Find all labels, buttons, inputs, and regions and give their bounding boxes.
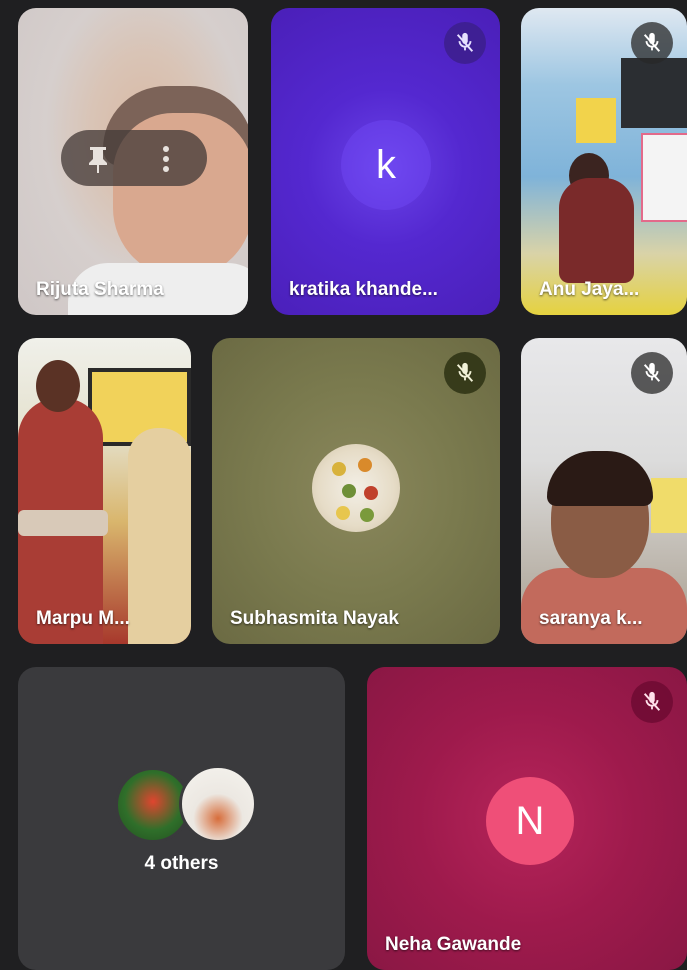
participant-tile-neha[interactable]: N Neha Gawande: [367, 667, 687, 970]
more-vert-icon[interactable]: [161, 144, 171, 174]
avatar: [179, 765, 257, 843]
mic-off-icon: [631, 352, 673, 394]
participant-name: Marpu M...: [36, 608, 130, 629]
video-head: [36, 360, 80, 412]
mic-off-icon: [631, 22, 673, 64]
video-tray: [18, 510, 108, 536]
avatar: k: [376, 142, 396, 187]
video-hair: [547, 451, 653, 506]
mic-off-icon: [444, 22, 486, 64]
participant-tile-subhasmita[interactable]: Subhasmita Nayak: [212, 338, 500, 644]
tile-controls: [61, 130, 207, 186]
video-person: [128, 428, 191, 644]
video-body: [521, 568, 687, 644]
participant-name: saranya k...: [539, 608, 643, 629]
video-body: [559, 178, 634, 283]
participant-name: Rijuta Sharma: [36, 279, 164, 300]
participant-tile-marpu[interactable]: Marpu M...: [18, 338, 191, 644]
participant-tile-anu[interactable]: Anu Jaya...: [521, 8, 687, 315]
participant-name: kratika khande...: [289, 279, 438, 300]
video-poster: [576, 98, 616, 143]
participant-name: Neha Gawande: [385, 934, 522, 955]
participant-tile-rijuta[interactable]: Rijuta Sharma: [18, 8, 248, 315]
others-count: 4 others: [144, 853, 219, 874]
avatar: N: [486, 777, 574, 865]
video-feed: [621, 58, 687, 128]
avatar: [312, 444, 400, 532]
video-poster: [641, 133, 687, 222]
participant-tile-saranya[interactable]: saranya k...: [521, 338, 687, 644]
video-poster: [651, 478, 687, 533]
mic-off-icon: [444, 352, 486, 394]
participant-name: Anu Jaya...: [539, 279, 640, 300]
mic-off-icon: [631, 681, 673, 723]
participant-tile-kratika[interactable]: k kratika khande...: [271, 8, 500, 315]
participant-name: Subhasmita Nayak: [230, 608, 399, 629]
others-tile[interactable]: 4 others: [18, 667, 345, 970]
pin-icon[interactable]: [85, 144, 111, 174]
